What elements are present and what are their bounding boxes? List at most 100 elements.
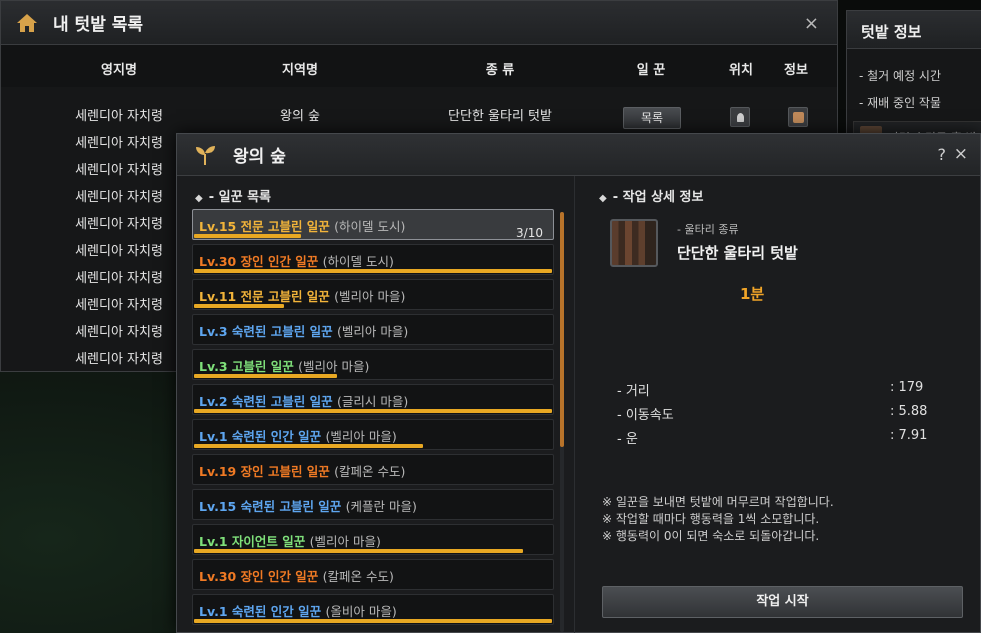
worker-name: Lv.15 전문 고블린 일꾼 (하이델 도시) [199,216,405,235]
column-info[interactable]: 정보 [784,59,808,78]
worker-hometown: (칼페온 수도) [322,569,394,584]
help-icon[interactable]: ? [938,145,947,164]
forest-titlebar[interactable]: 왕의 숲 [177,134,980,176]
table-row[interactable]: 세렌디아 자치령 왕의 숲 단단한 울타리 텃밭 목록 [1,101,837,129]
location-icon[interactable] [730,107,750,127]
info-icon[interactable] [788,107,808,127]
column-region[interactable]: 지역명 [282,59,318,78]
worker-hometown: (케플란 마을) [345,499,417,514]
column-type[interactable]: 종 류 [486,59,514,78]
worker-list-item[interactable]: Lv.1 자이언트 일꾼 (벨리아 마을) [192,524,554,555]
worker-list-item[interactable]: Lv.2 숙련된 고블린 일꾼 (글리시 마을) [192,384,554,415]
territory-cell: 세렌디아 자치령 [75,163,163,178]
territory-cell: 세렌디아 자치령 [75,325,163,340]
worker-name: Lv.30 장인 인간 일꾼 (칼페온 수도) [199,566,394,585]
close-icon[interactable]: × [804,13,819,34]
worker-stamina-count: 3/10 [516,226,543,240]
worker-hometown: (글리시 마을) [336,394,409,409]
territory-cell: 세렌디아 자치령 [75,109,163,124]
column-position[interactable]: 위치 [729,59,753,78]
fields-table-header: 영지명 지역명 종 류 일 꾼 위치 정보 [1,45,837,87]
worker-list-item[interactable]: Lv.1 숙련된 인간 일꾼 (올비아 마을) [192,594,554,625]
column-territory[interactable]: 영지명 [101,59,137,78]
worker-level-title: Lv.30 장인 인간 일꾼 [199,254,319,269]
worker-level-title: Lv.1 숙련된 인간 일꾼 [199,429,322,444]
home-icon [17,13,37,32]
worker-hometown: (올비아 마을) [325,604,397,619]
close-icon[interactable]: × [954,144,968,164]
worker-list-item[interactable]: Lv.15 전문 고블린 일꾼 (하이델 도시) 3/10 [192,209,554,240]
worker-name: Lv.3 숙련된 고블린 일꾼 (벨리아 마을) [199,321,408,340]
fence-field-thumbnail [610,219,658,267]
worker-stamina-bar [194,234,301,238]
worker-list-item[interactable]: Lv.3 숙련된 고블린 일꾼 (벨리아 마을) [192,314,554,345]
worker-list-item[interactable]: Lv.30 장인 인간 일꾼 (하이델 도시) [192,244,554,275]
worker-list-item[interactable]: Lv.19 장인 고블린 일꾼 (칼페온 수도) [192,454,554,485]
forest-window: 왕의 숲 ? × ◆ - 일꾼 목록 ◆ - 작업 상세 정보 Lv.15 전문 고… [176,133,981,633]
worker-stamina-bar [194,374,337,378]
worker-list-item[interactable]: Lv.15 숙련된 고블린 일꾼 (케플란 마을) [192,489,554,520]
worker-stamina-bar [194,304,284,308]
stat-row: - 운 : 7.91 [617,428,937,452]
worker-stats: - 거리 : 179 - 이동속도 : 5.88 - 운 : 7.91 [617,380,937,452]
territory-cell: 세렌디아 자치령 [75,136,163,151]
work-notes: ※ 일꾼을 보내면 텃밭에 머무르며 작업합니다. ※ 작업할 때마다 행동력을… [602,494,834,545]
worker-list-item[interactable]: Lv.1 숙련된 인간 일꾼 (벨리아 마을) [192,419,554,450]
worker-name: Lv.1 숙련된 인간 일꾼 (올비아 마을) [199,601,397,620]
distance-label: - 거리 [617,384,650,399]
fence-type-label: - 울타리 종류 [677,223,739,236]
worker-level-title: Lv.3 고블린 일꾼 [199,359,294,374]
diamond-bullet-icon: ◆ [599,193,607,204]
worker-list: Lv.15 전문 고블린 일꾼 (하이델 도시) 3/10 Lv.30 장인 인간 … [192,209,554,629]
worker-level-title: Lv.1 자이언트 일꾼 [199,534,306,549]
worker-stamina-bar [194,549,523,553]
worker-level-title: Lv.2 숙련된 고블린 일꾼 [199,394,333,409]
stat-row: - 거리 : 179 [617,380,937,404]
territory-cell: 세렌디아 자치령 [75,271,163,286]
worker-stamina-bar [194,409,552,413]
worker-list-item[interactable]: Lv.11 전문 고블린 일꾼 (벨리아 마을) [192,279,554,310]
worker-hometown: (하이델 도시) [334,219,406,234]
work-duration: 1분 [740,285,765,303]
worker-hometown: (하이델 도시) [322,254,394,269]
worker-hometown: (벨리아 마을) [298,359,370,374]
worker-hometown: (벨리아 마을) [336,324,409,339]
detail-heading: ◆ - 작업 상세 정보 [599,186,703,205]
worker-hometown: (벨리아 마을) [325,429,397,444]
removal-time-label: - 철거 예정 시간 [859,69,942,83]
worker-list-heading: ◆ - 일꾼 목록 [195,186,271,205]
worker-name: Lv.1 자이언트 일꾼 (벨리아 마을) [199,531,381,550]
luck-value: : 7.91 [890,428,928,443]
diamond-bullet-icon: ◆ [195,193,203,204]
my-fields-titlebar[interactable]: 내 텃밭 목록 [1,1,837,45]
worker-list-item[interactable]: Lv.3 고블린 일꾼 (벨리아 마을) [192,349,554,380]
forest-title: 왕의 숲 [233,147,286,167]
worker-hometown: (벨리아 마을) [309,534,381,549]
worker-level-title: Lv.3 숙련된 고블린 일꾼 [199,324,333,339]
worker-list-item[interactable]: Lv.30 장인 인간 일꾼 (칼페온 수도) [192,559,554,590]
stat-row: - 이동속도 : 5.88 [617,404,937,428]
worker-hometown: (벨리아 마을) [334,289,406,304]
start-work-button[interactable]: 작업 시작 [602,586,963,618]
worker-list-scrollbar[interactable] [560,212,564,632]
column-worker[interactable]: 일 꾼 [637,59,665,78]
note-line: ※ 행동력이 0이 되면 숙소로 되돌아갑니다. [602,529,820,543]
fence-name: 단단한 울타리 텃밭 [677,244,798,262]
worker-name: Lv.11 전문 고블린 일꾼 (벨리아 마을) [199,286,405,305]
worker-stamina-bar [194,444,423,448]
territory-cell: 세렌디아 자치령 [75,298,163,313]
worker-name: Lv.30 장인 인간 일꾼 (하이델 도시) [199,251,394,270]
territory-cell: 세렌디아 자치령 [75,217,163,232]
crops-growing-label: - 재배 중인 작물 [859,96,942,110]
territory-cell: 세렌디아 자치령 [75,352,163,367]
move-speed-value: : 5.88 [890,404,928,419]
detail-title: - 작업 상세 정보 [612,190,704,205]
sprout-icon [196,145,215,165]
field-info-title: 텃밭 정보 [847,11,981,49]
type-cell: 단단한 울타리 텃밭 [448,109,552,124]
worker-level-title: Lv.1 숙련된 인간 일꾼 [199,604,322,619]
scrollbar-thumb[interactable] [560,212,564,447]
worker-list-button[interactable]: 목록 [623,107,681,129]
worker-level-title: Lv.15 전문 고블린 일꾼 [199,219,330,234]
worker-name: Lv.1 숙련된 인간 일꾼 (벨리아 마을) [199,426,397,445]
